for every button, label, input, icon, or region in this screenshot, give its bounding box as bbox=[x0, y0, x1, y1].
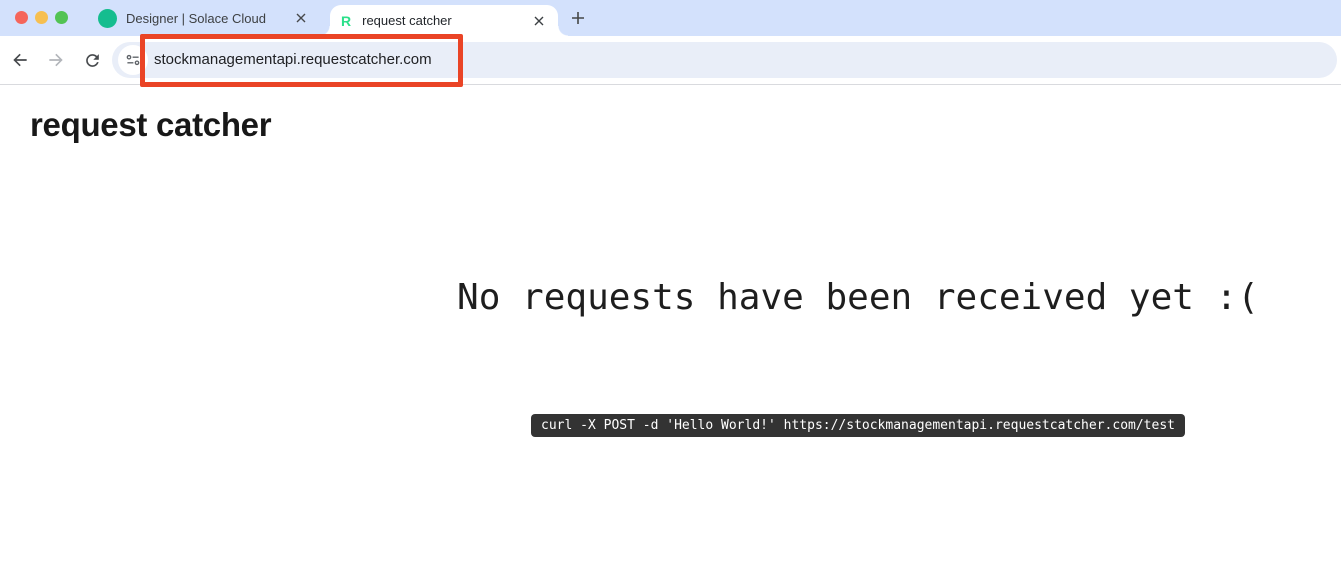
forward-button[interactable] bbox=[44, 48, 68, 72]
browser-window: Designer | Solace Cloud R request catche… bbox=[0, 0, 1341, 571]
reload-icon bbox=[85, 53, 99, 67]
plus-icon bbox=[572, 12, 584, 24]
request-catcher-favicon-icon: R bbox=[341, 12, 352, 29]
annotation-highlight-box bbox=[140, 34, 463, 87]
new-tab-button[interactable] bbox=[565, 5, 591, 31]
window-close-button[interactable] bbox=[15, 11, 28, 24]
curl-example-row: curl -X POST -d 'Hello World!' https://s… bbox=[375, 414, 1341, 437]
back-button[interactable] bbox=[8, 48, 32, 72]
curl-command-badge: curl -X POST -d 'Hello World!' https://s… bbox=[531, 414, 1185, 437]
tab-close-icon[interactable] bbox=[530, 12, 548, 30]
empty-state-message: No requests have been received yet :( bbox=[457, 277, 1259, 318]
forward-arrow-icon bbox=[49, 53, 63, 67]
back-arrow-icon bbox=[13, 53, 27, 67]
page-title: request catcher bbox=[30, 106, 272, 143]
page-content: request catcher No requests have been re… bbox=[0, 86, 1341, 571]
window-maximize-button[interactable] bbox=[55, 11, 68, 24]
site-settings-icon bbox=[126, 54, 140, 66]
tab-title: Designer | Solace Cloud bbox=[126, 10, 266, 26]
tab-close-icon[interactable] bbox=[292, 9, 310, 27]
reload-button[interactable] bbox=[80, 48, 104, 72]
tab-strip: Designer | Solace Cloud R request catche… bbox=[0, 0, 1341, 36]
window-minimize-button[interactable] bbox=[35, 11, 48, 24]
tab-request-catcher[interactable]: R request catcher bbox=[320, 5, 568, 36]
tab-designer-solace-cloud[interactable]: Designer | Solace Cloud bbox=[90, 0, 320, 36]
window-controls bbox=[15, 11, 68, 24]
solace-favicon-icon bbox=[98, 8, 117, 28]
tab-title: request catcher bbox=[362, 13, 452, 28]
